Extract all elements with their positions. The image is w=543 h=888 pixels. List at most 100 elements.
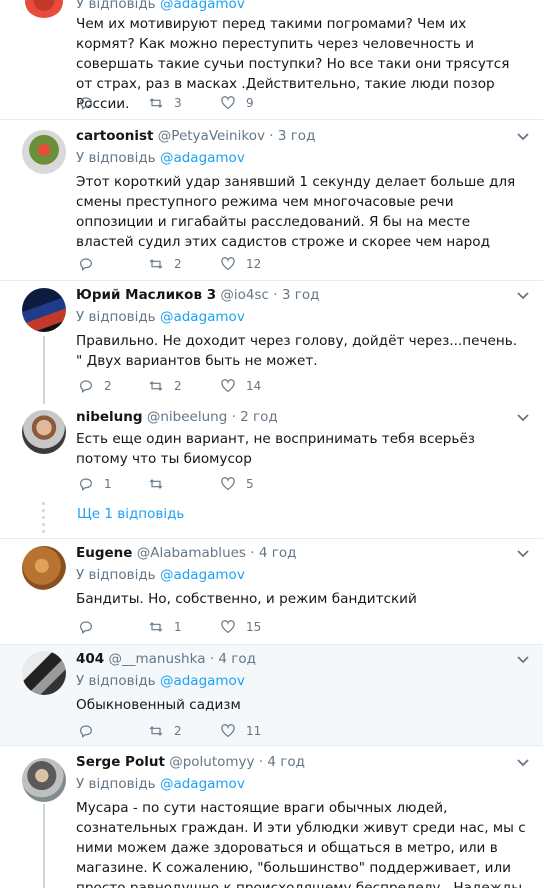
reply-button[interactable] bbox=[78, 93, 104, 113]
tweet[interactable]: 404 @__manushka · 4 год У відповідь @ada… bbox=[0, 645, 543, 746]
user-name[interactable]: Serge Polut bbox=[76, 754, 165, 770]
tweet-header: Eugene @Alabamablues · 4 год bbox=[76, 545, 527, 565]
replying-to-link[interactable]: @adagamov bbox=[160, 776, 245, 792]
chevron-down-icon[interactable] bbox=[517, 547, 529, 562]
tweet-text: Этот короткий удар занявший 1 секунду де… bbox=[76, 174, 516, 250]
reply-count: 2 bbox=[104, 379, 112, 393]
like-count: 12 bbox=[246, 257, 262, 271]
tweet-text: Правильно. Не доходит через голову, дойд… bbox=[76, 333, 518, 369]
show-more-replies-link[interactable]: Ще 1 відповідь bbox=[77, 506, 184, 522]
tweet-header: 404 @__manushka · 4 год bbox=[76, 651, 527, 671]
tweet-time[interactable]: · 3 год bbox=[273, 287, 319, 303]
tweet-time[interactable]: · 3 год bbox=[269, 128, 315, 144]
replying-to-link[interactable]: @adagamov bbox=[160, 673, 245, 689]
user-name[interactable]: Юрий Масликов 3 bbox=[76, 287, 216, 303]
reply-button[interactable]: 1 bbox=[78, 474, 112, 494]
retweet-button[interactable]: 2 bbox=[148, 721, 182, 741]
replying-to-link[interactable]: @adagamov bbox=[160, 567, 245, 583]
like-icon bbox=[221, 724, 235, 738]
retweet-icon bbox=[149, 381, 163, 391]
reply-icon bbox=[80, 97, 92, 110]
like-count: 14 bbox=[246, 379, 262, 393]
tweet[interactable]: У відповідь @adagamov Чем их мотивируют … bbox=[0, 0, 543, 120]
retweet-icon bbox=[149, 479, 163, 489]
tweet-time[interactable]: · 4 год bbox=[210, 651, 256, 667]
replying-to: У відповідь @adagamov bbox=[76, 0, 527, 14]
reply-button[interactable] bbox=[78, 254, 104, 274]
thread-line bbox=[43, 336, 45, 404]
retweet-count: 2 bbox=[174, 724, 182, 738]
like-button[interactable]: 5 bbox=[220, 474, 254, 494]
tweet-time[interactable]: · 4 год bbox=[250, 545, 296, 561]
retweet-count: 1 bbox=[174, 620, 182, 634]
user-name[interactable]: nibelung bbox=[76, 409, 143, 425]
reply-icon bbox=[80, 258, 92, 271]
retweet-icon bbox=[149, 622, 163, 632]
retweet-button[interactable]: 2 bbox=[148, 254, 182, 274]
tweet-header: Юрий Масликов 3 @io4sc · 3 год bbox=[76, 287, 527, 307]
like-icon bbox=[221, 379, 235, 393]
like-icon bbox=[221, 96, 235, 110]
reply-button[interactable]: 2 bbox=[78, 376, 112, 396]
like-icon bbox=[221, 257, 235, 271]
reply-icon bbox=[80, 478, 92, 491]
reply-count: 1 bbox=[104, 477, 112, 491]
retweet-count: 2 bbox=[174, 379, 182, 393]
avatar[interactable] bbox=[22, 410, 66, 454]
user-handle[interactable]: @PetyaVeinikov bbox=[158, 128, 265, 144]
tweet[interactable]: Serge Polut @polutomyy · 4 год У відпові… bbox=[0, 746, 543, 888]
avatar[interactable] bbox=[22, 130, 66, 174]
like-button[interactable]: 11 bbox=[220, 721, 261, 741]
tweet-header: nibelung @nibeelung · 2 год bbox=[76, 409, 527, 429]
chevron-down-icon[interactable] bbox=[517, 411, 529, 426]
user-handle[interactable]: @__manushka bbox=[108, 651, 205, 667]
thread-line bbox=[43, 804, 45, 888]
tweet-header: Serge Polut @polutomyy · 4 год bbox=[76, 754, 527, 774]
replying-to-link[interactable]: @adagamov bbox=[160, 0, 245, 12]
replying-to: У відповідь @adagamov bbox=[76, 309, 245, 325]
chevron-down-icon[interactable] bbox=[517, 653, 529, 668]
reply-button[interactable] bbox=[78, 721, 104, 741]
like-icon bbox=[221, 620, 235, 634]
avatar[interactable] bbox=[22, 288, 66, 332]
like-button[interactable]: 9 bbox=[220, 93, 254, 113]
retweet-button[interactable]: 3 bbox=[148, 93, 182, 113]
tweet-text: Бандиты. Но, собственно, и режим бандитс… bbox=[76, 591, 417, 607]
avatar[interactable] bbox=[22, 651, 66, 695]
retweet-icon bbox=[149, 259, 163, 269]
tweet[interactable]: Eugene @Alabamablues · 4 год У відповідь… bbox=[0, 539, 543, 645]
avatar[interactable] bbox=[22, 758, 66, 802]
user-handle[interactable]: @Alabamablues bbox=[137, 545, 246, 561]
avatar[interactable] bbox=[22, 0, 66, 18]
user-name[interactable]: Eugene bbox=[76, 545, 132, 561]
tweet-text: Есть еще один вариант, не воспринимать т… bbox=[76, 431, 476, 467]
reply-icon bbox=[80, 380, 92, 393]
user-name[interactable]: 404 bbox=[76, 651, 104, 667]
chevron-down-icon[interactable] bbox=[517, 756, 529, 771]
replying-to: У відповідь @adagamov bbox=[76, 776, 245, 792]
tweet[interactable]: cartoonist @PetyaVeinikov · 3 год У відп… bbox=[0, 120, 543, 281]
like-count: 11 bbox=[246, 724, 262, 738]
avatar[interactable] bbox=[22, 546, 66, 590]
chevron-down-icon[interactable] bbox=[517, 289, 529, 304]
like-button[interactable]: 15 bbox=[220, 617, 261, 637]
user-handle[interactable]: @io4sc bbox=[220, 287, 269, 303]
like-button[interactable]: 14 bbox=[220, 376, 261, 396]
tweet-text: Обыкновенный садизм bbox=[76, 697, 241, 713]
like-button[interactable]: 12 bbox=[220, 254, 261, 274]
tweet-time[interactable]: · 2 год bbox=[232, 409, 278, 425]
user-handle[interactable]: @polutomyy bbox=[169, 754, 254, 770]
retweet-button[interactable] bbox=[148, 474, 174, 494]
reply-button[interactable] bbox=[78, 617, 104, 637]
retweet-button[interactable]: 1 bbox=[148, 617, 182, 637]
chevron-down-icon[interactable] bbox=[517, 130, 529, 145]
like-count: 5 bbox=[246, 477, 254, 491]
user-handle[interactable]: @nibeelung bbox=[147, 409, 227, 425]
user-name[interactable]: cartoonist bbox=[76, 128, 154, 144]
tweet-time[interactable]: · 4 год bbox=[259, 754, 305, 770]
replying-to-link[interactable]: @adagamov bbox=[160, 150, 245, 166]
like-count: 9 bbox=[246, 96, 254, 110]
replying-to-link[interactable]: @adagamov bbox=[160, 309, 245, 325]
reply-icon bbox=[80, 621, 92, 634]
retweet-button[interactable]: 2 bbox=[148, 376, 182, 396]
